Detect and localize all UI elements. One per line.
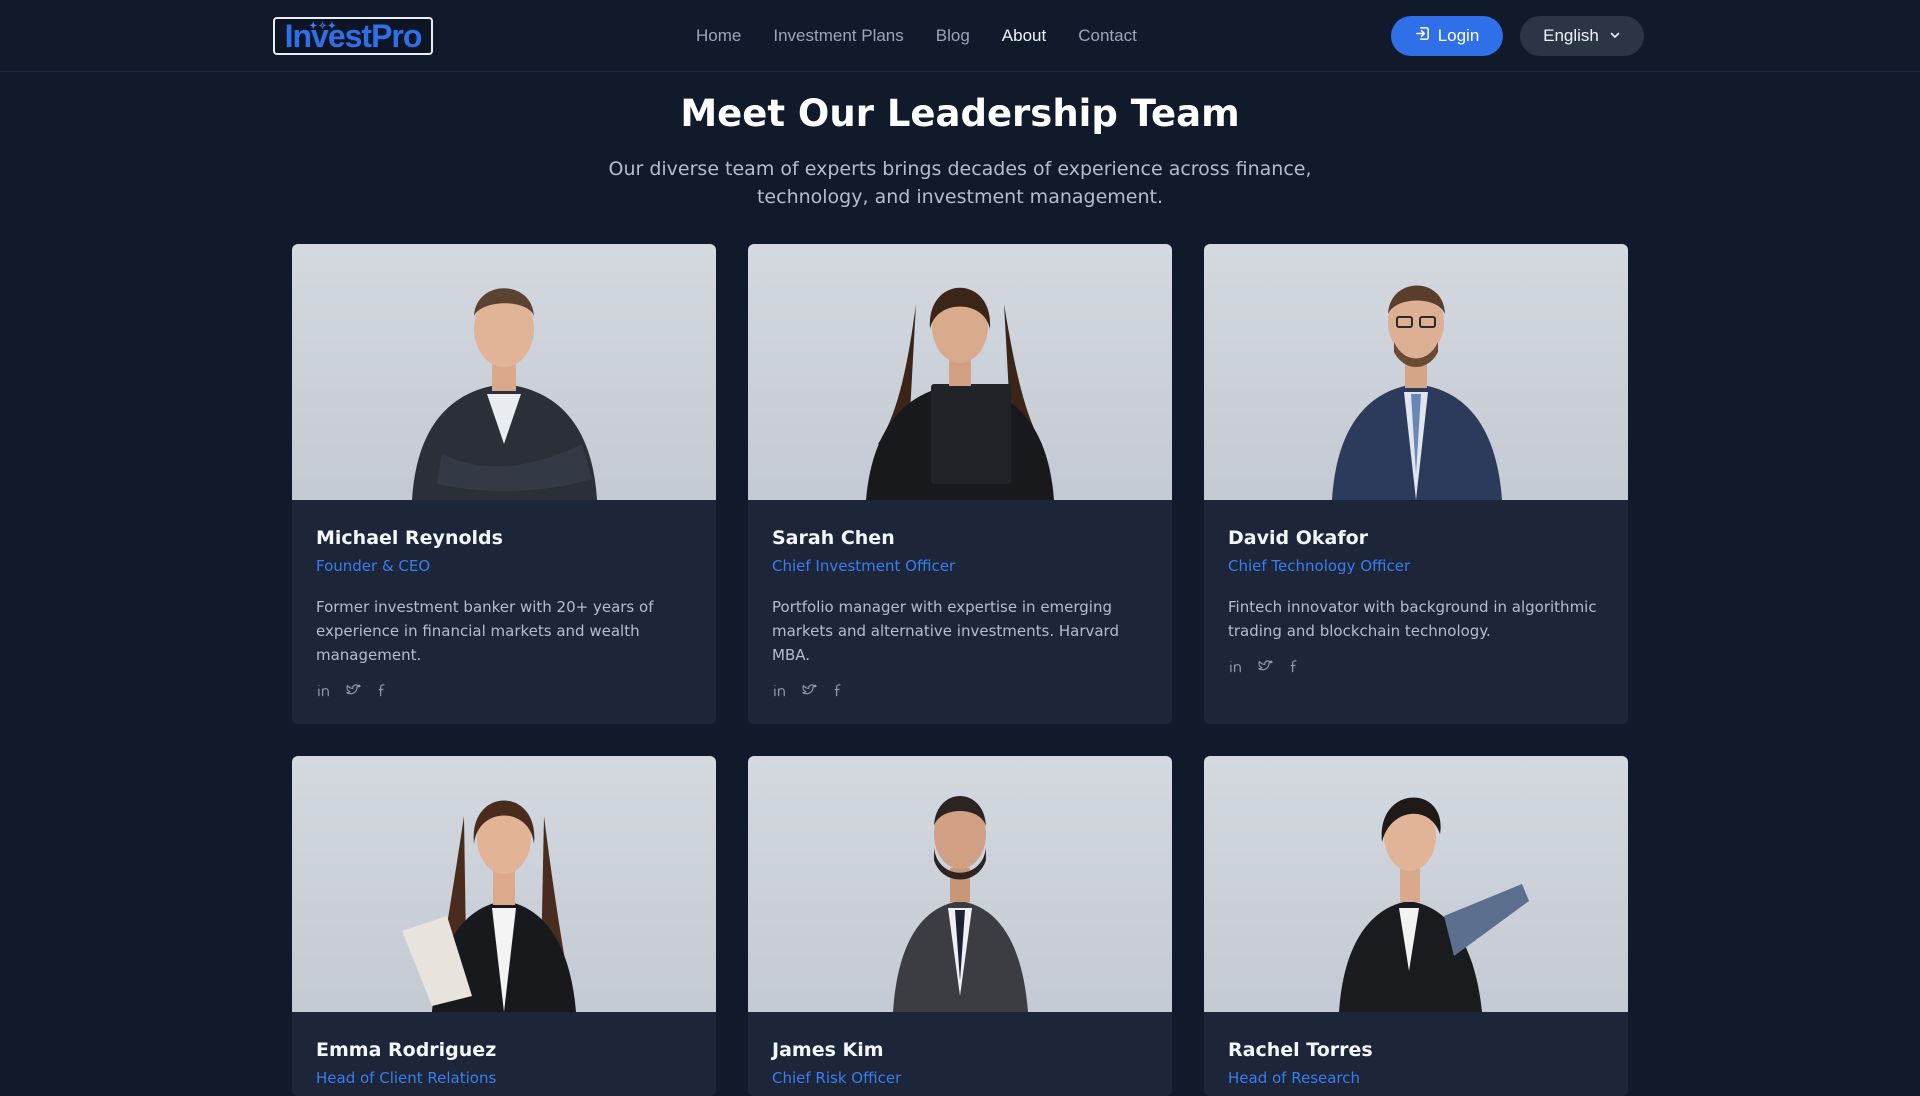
twitter-icon[interactable] bbox=[1257, 658, 1273, 674]
team-member-role: Chief Investment Officer bbox=[772, 557, 956, 575]
team-member-role: Head of Client Relations bbox=[316, 1069, 497, 1087]
login-button[interactable]: Login bbox=[1391, 16, 1503, 56]
twitter-icon[interactable] bbox=[345, 682, 361, 698]
team-card: David Okafor Chief Technology Officer Fi… bbox=[1204, 244, 1628, 724]
facebook-icon[interactable] bbox=[374, 682, 390, 698]
language-label: English bbox=[1543, 26, 1599, 45]
logo-text: InvestPro bbox=[284, 17, 423, 54]
social-links bbox=[772, 681, 1148, 699]
login-icon bbox=[1415, 26, 1430, 46]
team-card: Emma Rodriguez Head of Client Relations bbox=[292, 756, 716, 1096]
team-member-name: Emma Rodriguez bbox=[316, 1039, 497, 1061]
team-member-name: David Okafor bbox=[1228, 527, 1369, 549]
facebook-icon[interactable] bbox=[1286, 658, 1302, 674]
team-member-name: Rachel Torres bbox=[1228, 1039, 1373, 1061]
team-member-role: Founder & CEO bbox=[316, 557, 431, 575]
team-member-photo bbox=[292, 244, 716, 500]
nav-about[interactable]: About bbox=[1002, 26, 1046, 46]
team-member-role: Chief Risk Officer bbox=[772, 1069, 902, 1087]
social-links bbox=[316, 681, 692, 699]
nav-blog[interactable]: Blog bbox=[936, 26, 970, 46]
linkedin-icon[interactable] bbox=[316, 682, 332, 698]
chevron-down-icon bbox=[1609, 26, 1621, 46]
team-member-bio: Fintech innovator with background in alg… bbox=[1228, 598, 1597, 640]
team-member-photo bbox=[1204, 756, 1628, 1012]
logo-sparkle-icon: ✦✧✦ bbox=[309, 21, 338, 32]
page-subtitle: Our diverse team of experts brings decad… bbox=[608, 158, 1312, 208]
nav-contact[interactable]: Contact bbox=[1078, 26, 1137, 46]
team-member-name: Sarah Chen bbox=[772, 527, 895, 549]
login-label: Login bbox=[1437, 26, 1480, 45]
team-member-name: Michael Reynolds bbox=[316, 527, 503, 549]
team-member-bio: Former investment banker with 20+ years … bbox=[316, 598, 654, 664]
twitter-icon[interactable] bbox=[801, 682, 817, 698]
language-selector[interactable]: English bbox=[1520, 16, 1644, 56]
investpro-logo[interactable]: ✦✧✦ InvestPro bbox=[273, 17, 433, 55]
nav-investment-plans[interactable]: Investment Plans bbox=[773, 26, 903, 46]
team-member-photo bbox=[292, 756, 716, 1012]
facebook-icon[interactable] bbox=[830, 682, 846, 698]
team-member-photo bbox=[748, 756, 1172, 1012]
linkedin-icon[interactable] bbox=[1228, 658, 1244, 674]
page-title: Meet Our Leadership Team bbox=[680, 92, 1240, 135]
social-links bbox=[1228, 657, 1604, 675]
team-card: Rachel Torres Head of Research bbox=[1204, 756, 1628, 1096]
team-member-name: James Kim bbox=[772, 1039, 884, 1061]
team-member-role: Chief Technology Officer bbox=[1228, 557, 1411, 575]
main-nav: Home Investment Plans Blog About Contact bbox=[696, 24, 1137, 48]
team-member-role: Head of Research bbox=[1228, 1069, 1361, 1087]
team-member-photo bbox=[1204, 244, 1628, 500]
linkedin-icon[interactable] bbox=[772, 682, 788, 698]
team-member-bio: Portfolio manager with expertise in emer… bbox=[772, 598, 1119, 664]
team-card: Sarah Chen Chief Investment Officer Port… bbox=[748, 244, 1172, 724]
nav-home[interactable]: Home bbox=[696, 26, 741, 46]
site-header: ✦✧✦ InvestPro Home Investment Plans Blog… bbox=[0, 0, 1920, 72]
team-card: James Kim Chief Risk Officer bbox=[748, 756, 1172, 1096]
team-member-photo bbox=[748, 244, 1172, 500]
team-card: Michael Reynolds Founder & CEO Former in… bbox=[292, 244, 716, 724]
